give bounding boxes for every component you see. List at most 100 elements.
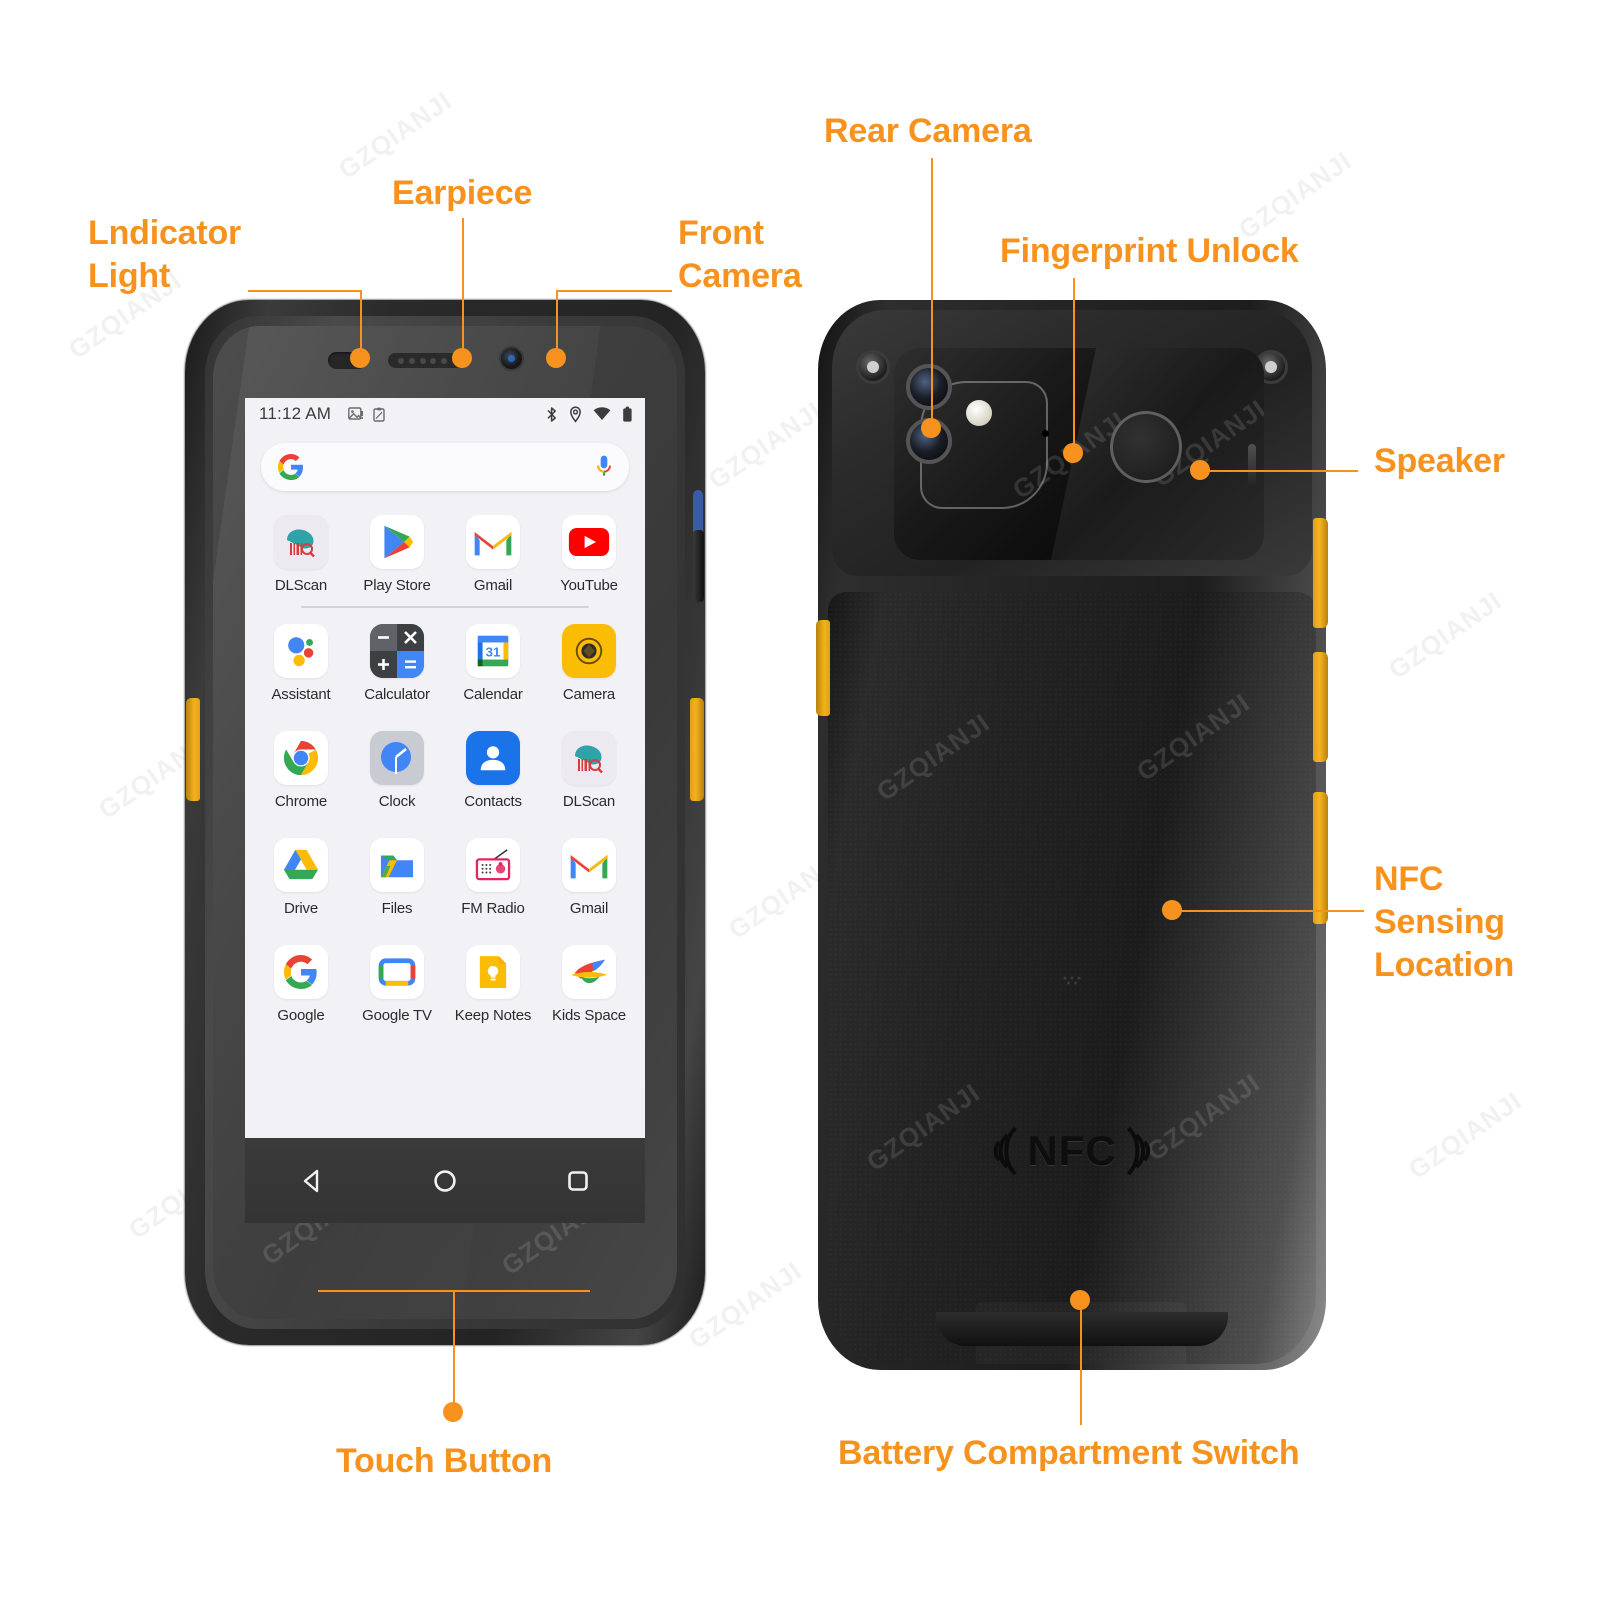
nfc-wave-right-icon — [1127, 1126, 1151, 1176]
app-label: Kids Space — [552, 1007, 626, 1024]
grid-divider — [301, 606, 589, 608]
back-side-scan-trigger[interactable] — [1313, 792, 1328, 924]
app-item-camera[interactable]: Camera — [541, 618, 637, 703]
keep-notes-icon — [466, 945, 520, 999]
watermark: GZQIANJI — [702, 395, 828, 495]
dot-front-camera — [546, 348, 566, 368]
app-label: Files — [381, 900, 413, 917]
app-row: DLScan Play Store Gmail YouTube — [253, 509, 637, 594]
app-item-youtube[interactable]: YouTube — [541, 509, 637, 594]
back-side-button-1[interactable] — [1313, 518, 1328, 628]
app-item-dlscan-2[interactable]: DLScan — [541, 725, 637, 810]
fingerprint-sensor[interactable] — [1110, 411, 1182, 483]
app-item-calendar[interactable]: 31 Calendar — [445, 618, 541, 703]
speaker-grille — [1244, 406, 1264, 488]
dlscan-icon — [274, 515, 328, 569]
callout-battery-switch: Battery Compartment Switch — [838, 1434, 1300, 1472]
play-store-icon — [370, 515, 424, 569]
youtube-icon — [562, 515, 616, 569]
app-label: DLScan — [274, 577, 328, 594]
bluetooth-icon — [547, 406, 556, 422]
diagram-canvas: GZQIANJI GZQIANJI GZQIANJI GZQIANJI GZQI… — [0, 0, 1600, 1600]
app-item-fm-radio[interactable]: FM Radio — [445, 832, 541, 917]
app-label: Calculator — [364, 686, 430, 703]
back-left-scan-button[interactable] — [816, 620, 830, 716]
app-label: Play Store — [363, 577, 431, 594]
app-item-kids-space[interactable]: Kids Space — [541, 939, 637, 1024]
back-side-button-2[interactable] — [1313, 652, 1328, 762]
recents-icon[interactable] — [563, 1166, 593, 1196]
app-label: Camera — [562, 686, 616, 703]
dot-touch-button — [443, 1402, 463, 1422]
drive-icon — [274, 838, 328, 892]
front-camera-lens — [499, 346, 524, 371]
app-label: Calendar — [463, 686, 523, 703]
leader-earpiece — [462, 218, 464, 358]
callout-earpiece: Earpiece — [392, 174, 533, 212]
watermark: GZQIANJI — [1382, 585, 1508, 685]
corner-screw-left — [856, 350, 890, 384]
watermark: GZQIANJI — [332, 85, 458, 185]
app-item-keep-notes[interactable]: Keep Notes — [445, 939, 541, 1024]
google-g-icon — [278, 454, 303, 480]
battery-icon — [623, 406, 632, 422]
google-tv-icon — [370, 945, 424, 999]
app-label: Keep Notes — [454, 1007, 532, 1024]
app-item-assistant[interactable]: Assistant — [253, 618, 349, 703]
app-label: Chrome — [274, 793, 328, 810]
image-icon — [348, 406, 364, 420]
app-item-drive[interactable]: Drive — [253, 832, 349, 917]
dot-rear-camera — [921, 418, 941, 438]
files-icon — [370, 838, 424, 892]
google-search-bar[interactable] — [261, 443, 629, 491]
dot-battery-switch — [1070, 1290, 1090, 1310]
dot-earpiece — [452, 348, 472, 368]
home-icon[interactable] — [430, 1166, 460, 1196]
volume-rocker-button[interactable] — [693, 530, 704, 602]
nfc-logo: NFC — [983, 1122, 1160, 1180]
dot-fingerprint — [1063, 443, 1083, 463]
app-item-files[interactable]: Files — [349, 832, 445, 917]
dot-nfc — [1162, 900, 1182, 920]
leader-speaker — [1200, 470, 1358, 472]
battery-cover: GZQIANJI GZQIANJI GZQIANJI GZQIANJI GZQI… — [828, 592, 1316, 1364]
device-screen: 11:12 AM DLScan Play Store Gmail YouTube… — [245, 398, 645, 1138]
app-row: Google Google TV Keep Notes Kids Space — [253, 939, 637, 1024]
gmail-icon — [562, 838, 616, 892]
left-scan-trigger-button[interactable] — [186, 698, 200, 801]
navigation-bar — [245, 1138, 645, 1223]
svg-text:31: 31 — [486, 645, 501, 660]
nfc-wave-left-icon — [993, 1126, 1017, 1176]
app-item-gmail-2[interactable]: Gmail — [541, 832, 637, 917]
contacts-icon — [466, 731, 520, 785]
leader-fingerprint — [1073, 278, 1075, 448]
chrome-icon — [274, 731, 328, 785]
app-label: Gmail — [473, 577, 513, 594]
leader-front-camera-h — [556, 290, 672, 292]
dot-indicator-light — [350, 348, 370, 368]
app-item-google[interactable]: Google — [253, 939, 349, 1024]
app-item-gmail[interactable]: Gmail — [445, 509, 541, 594]
dlscan-icon — [562, 731, 616, 785]
callout-nfc-sensing-location: NFC Sensing Location — [1374, 860, 1515, 984]
app-item-dlscan[interactable]: DLScan — [253, 509, 349, 594]
app-item-google-tv[interactable]: Google TV — [349, 939, 445, 1024]
back-icon[interactable] — [297, 1166, 327, 1196]
app-label: Contacts — [464, 793, 522, 810]
callout-touch-button: Touch Button — [336, 1442, 553, 1480]
right-scan-trigger-button[interactable] — [690, 698, 704, 801]
app-label: Assistant — [271, 686, 331, 703]
nfc-text: NFC — [1027, 1127, 1117, 1174]
app-item-clock[interactable]: Clock — [349, 725, 445, 810]
app-row: Assistant Calculator 31 Calendar Camera — [253, 618, 637, 703]
app-label: Clock — [378, 793, 416, 810]
app-item-contacts[interactable]: Contacts — [445, 725, 541, 810]
app-label: Google — [277, 1007, 325, 1024]
fm-radio-icon — [466, 838, 520, 892]
app-item-chrome[interactable]: Chrome — [253, 725, 349, 810]
app-item-play-store[interactable]: Play Store — [349, 509, 445, 594]
app-item-calculator[interactable]: Calculator — [349, 618, 445, 703]
leader-indicator-light-h — [248, 290, 361, 292]
app-label: DLScan — [562, 793, 616, 810]
callout-rear-camera: Rear Camera — [824, 112, 1032, 150]
